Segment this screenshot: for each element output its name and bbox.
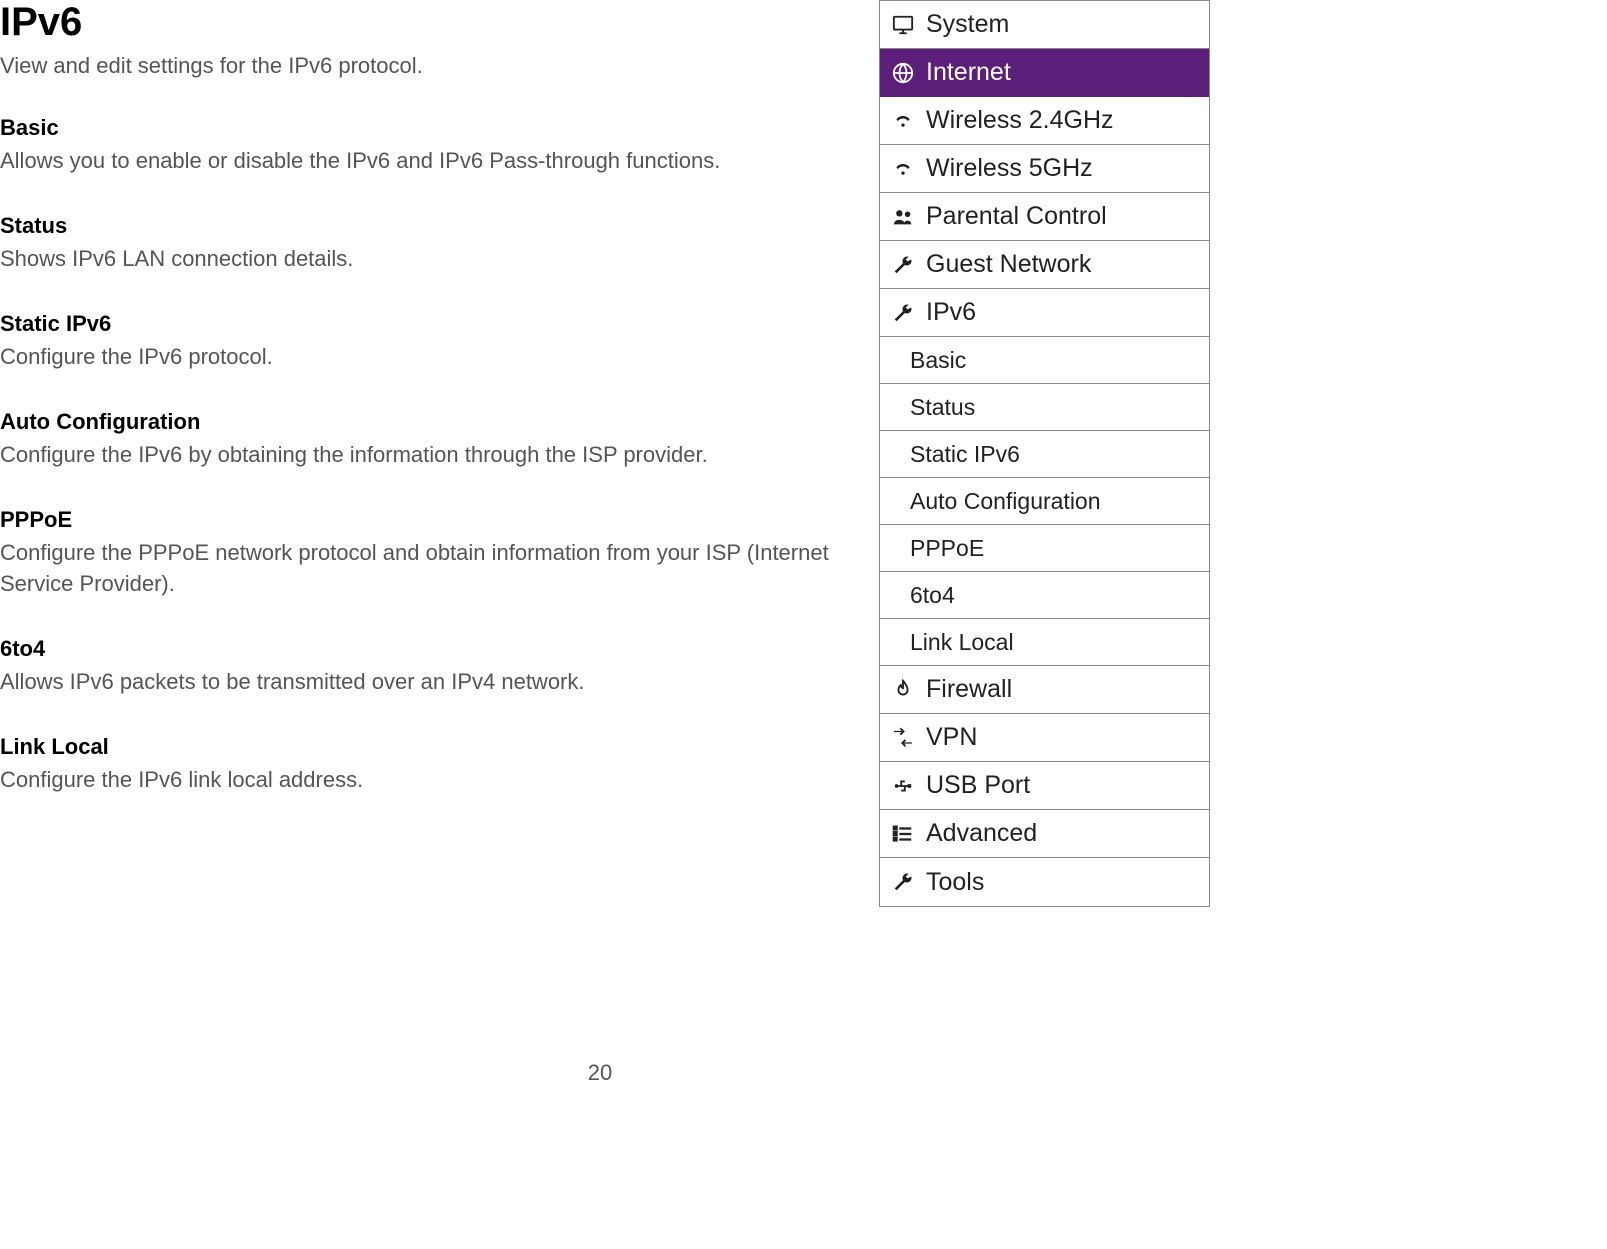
sub-label: Link Local bbox=[910, 629, 1014, 656]
section-basic: Basic Allows you to enable or disable th… bbox=[0, 115, 840, 177]
nav-item-system[interactable]: System bbox=[880, 1, 1209, 49]
nav-label: Firewall bbox=[926, 675, 1012, 704]
section-auto-config: Auto Configuration Configure the IPv6 by… bbox=[0, 409, 840, 471]
section-link-local: Link Local Configure the IPv6 link local… bbox=[0, 734, 840, 796]
nav-item-wireless-24[interactable]: Wireless 2.4GHz bbox=[880, 97, 1209, 145]
section-desc: Configure the IPv6 by obtaining the info… bbox=[0, 439, 840, 471]
nav-item-parental[interactable]: Parental Control bbox=[880, 193, 1209, 241]
section-desc: Allows IPv6 packets to be transmitted ov… bbox=[0, 666, 840, 698]
nav-label: Parental Control bbox=[926, 202, 1107, 231]
nav-item-firewall[interactable]: Firewall bbox=[880, 666, 1209, 714]
section-desc: Configure the IPv6 link local address. bbox=[0, 764, 840, 796]
sub-label: PPPoE bbox=[910, 535, 984, 562]
sub-label: Basic bbox=[910, 347, 966, 374]
wrench-icon bbox=[892, 254, 926, 276]
wrench-icon bbox=[892, 871, 926, 893]
users-icon bbox=[892, 206, 926, 228]
monitor-icon bbox=[892, 14, 926, 36]
sub-label: Static IPv6 bbox=[910, 441, 1020, 468]
arrows-icon bbox=[892, 727, 926, 749]
section-title: 6to4 bbox=[0, 636, 840, 662]
nav-item-usb[interactable]: USB Port bbox=[880, 762, 1209, 810]
nav-label: Internet bbox=[926, 58, 1011, 87]
section-title: Link Local bbox=[0, 734, 840, 760]
nav-label: Advanced bbox=[926, 819, 1037, 848]
section-desc: Configure the IPv6 protocol. bbox=[0, 341, 840, 373]
sub-label: Auto Configuration bbox=[910, 488, 1101, 515]
nav-item-wireless-5[interactable]: Wireless 5GHz bbox=[880, 145, 1209, 193]
page-number: 20 bbox=[0, 1060, 1200, 1086]
wrench-icon bbox=[892, 302, 926, 324]
sub-item-basic[interactable]: Basic bbox=[880, 337, 1209, 384]
section-title: PPPoE bbox=[0, 507, 840, 533]
section-title: Static IPv6 bbox=[0, 311, 840, 337]
nav-item-guest[interactable]: Guest Network bbox=[880, 241, 1209, 289]
section-desc: Shows IPv6 LAN connection details. bbox=[0, 243, 840, 275]
nav-item-ipv6[interactable]: IPv6 bbox=[880, 289, 1209, 337]
sub-item-pppoe[interactable]: PPPoE bbox=[880, 525, 1209, 572]
main-content: IPv6 View and edit settings for the IPv6… bbox=[0, 0, 850, 832]
section-desc: Configure the PPPoE network protocol and… bbox=[0, 537, 840, 601]
usb-icon bbox=[892, 775, 926, 797]
sidebar-nav: System Internet Wireless 2.4GHz Wireless… bbox=[879, 0, 1210, 907]
sub-item-6to4[interactable]: 6to4 bbox=[880, 572, 1209, 619]
nav-label: USB Port bbox=[926, 771, 1030, 800]
nav-label: Wireless 2.4GHz bbox=[926, 106, 1114, 135]
sub-label: Status bbox=[910, 394, 975, 421]
section-pppoe: PPPoE Configure the PPPoE network protoc… bbox=[0, 507, 840, 601]
fire-icon bbox=[892, 679, 926, 701]
nav-label: VPN bbox=[926, 723, 977, 752]
nav-label: System bbox=[926, 10, 1009, 39]
wifi-icon bbox=[892, 111, 926, 131]
nav-label: IPv6 bbox=[926, 298, 976, 327]
page-subtitle: View and edit settings for the IPv6 prot… bbox=[0, 53, 840, 79]
sub-item-status[interactable]: Status bbox=[880, 384, 1209, 431]
nav-item-vpn[interactable]: VPN bbox=[880, 714, 1209, 762]
section-static-ipv6: Static IPv6 Configure the IPv6 protocol. bbox=[0, 311, 840, 373]
nav-label: Guest Network bbox=[926, 250, 1091, 279]
section-desc: Allows you to enable or disable the IPv6… bbox=[0, 145, 840, 177]
globe-icon bbox=[892, 62, 926, 84]
page-title: IPv6 bbox=[0, 0, 840, 45]
nav-label: Wireless 5GHz bbox=[926, 154, 1093, 183]
nav-item-advanced[interactable]: Advanced bbox=[880, 810, 1209, 858]
section-title: Basic bbox=[0, 115, 840, 141]
nav-item-tools[interactable]: Tools bbox=[880, 858, 1209, 906]
section-6to4: 6to4 Allows IPv6 packets to be transmitt… bbox=[0, 636, 840, 698]
sub-item-link-local[interactable]: Link Local bbox=[880, 619, 1209, 666]
list-icon bbox=[892, 823, 926, 845]
section-title: Status bbox=[0, 213, 840, 239]
sub-item-static-ipv6[interactable]: Static IPv6 bbox=[880, 431, 1209, 478]
nav-label: Tools bbox=[926, 868, 984, 897]
nav-item-internet[interactable]: Internet bbox=[880, 49, 1209, 97]
section-status: Status Shows IPv6 LAN connection details… bbox=[0, 213, 840, 275]
sub-item-auto-config[interactable]: Auto Configuration bbox=[880, 478, 1209, 525]
section-title: Auto Configuration bbox=[0, 409, 840, 435]
sub-label: 6to4 bbox=[910, 582, 955, 609]
wifi-icon bbox=[892, 159, 926, 179]
